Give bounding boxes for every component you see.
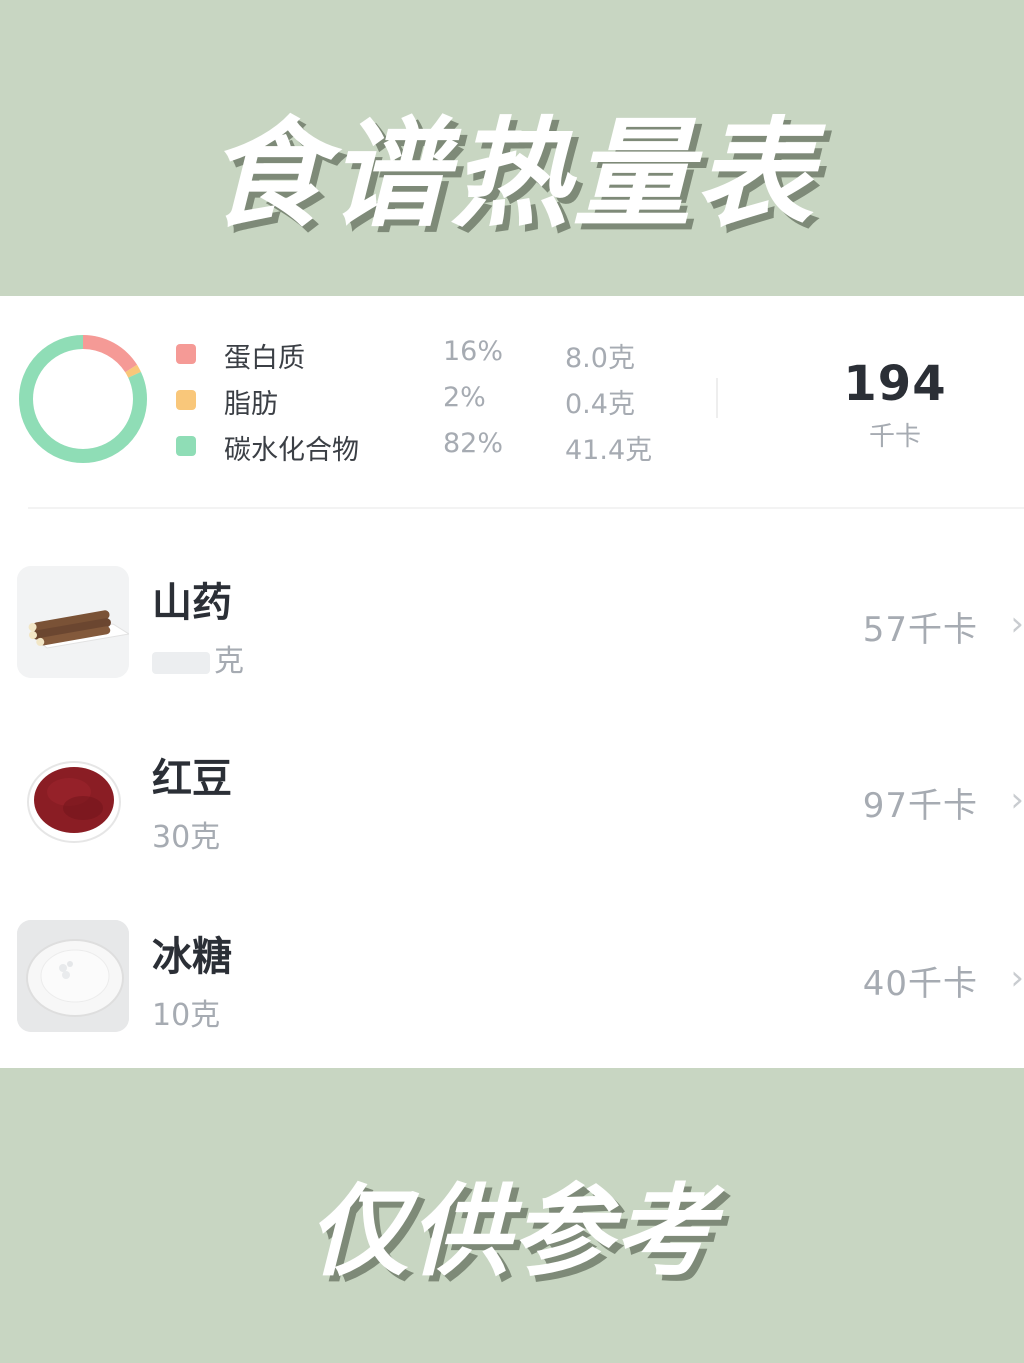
banner-footer: 仅供参考 [308, 1173, 716, 1290]
protein-legend-swatch [176, 344, 196, 364]
food-item-red-bean[interactable]: 红豆 30克 97千卡 › [0, 742, 1024, 862]
food-item-rock-sugar[interactable]: 冰糖 10克 40千卡 › [0, 920, 1024, 1040]
chinese-yam-image [17, 566, 129, 678]
food-calories: 57千卡 [862, 610, 978, 650]
macro-name: 脂肪 [224, 389, 278, 420]
food-amount: 10克 [152, 998, 221, 1033]
total-calories-value: 194 [843, 356, 947, 412]
food-name: 红豆 [152, 756, 232, 802]
macro-grams: 0.4克 [565, 389, 635, 420]
chevron-right-icon: › [1010, 604, 1024, 644]
food-amount: 克 [152, 636, 244, 680]
food-amount: 30克 [152, 820, 221, 855]
carbs-legend-swatch [176, 436, 196, 456]
nutrition-card: 蛋白质 16% 8.0克 脂肪 2% 0.4克 碳水化合物 82% 41.4克 … [0, 296, 1024, 1068]
nutrition-summary: 蛋白质 16% 8.0克 脂肪 2% 0.4克 碳水化合物 82% 41.4克 … [0, 296, 1024, 509]
food-calories: 97千卡 [862, 786, 978, 826]
macro-row-fat: 脂肪 2% 0.4克 [0, 380, 700, 420]
banner-title: 食谱热量表 [206, 105, 817, 243]
macro-grams: 8.0克 [565, 343, 635, 374]
macro-percent: 2% [443, 382, 486, 413]
macro-row-protein: 蛋白质 16% 8.0克 [0, 334, 700, 374]
obscured-amount [152, 651, 210, 674]
summary-divider [716, 378, 718, 418]
macro-name: 碳水化合物 [224, 435, 359, 466]
chevron-right-icon: › [1010, 780, 1024, 820]
red-bean-image [17, 742, 129, 854]
food-item-yam[interactable]: 山药 克 57千卡 › [0, 566, 1024, 686]
macro-name: 蛋白质 [224, 343, 305, 374]
section-divider [28, 507, 1024, 509]
food-name: 山药 [152, 580, 232, 626]
macro-percent: 82% [443, 428, 504, 459]
fat-legend-swatch [176, 390, 196, 410]
rock-sugar-image [17, 920, 129, 1032]
macro-row-carbs: 碳水化合物 82% 41.4克 [0, 426, 700, 466]
total-calories-unit: 千卡 [868, 422, 921, 452]
macro-percent: 16% [443, 336, 504, 367]
macro-grams: 41.4克 [565, 435, 653, 466]
food-calories: 40千卡 [862, 964, 978, 1004]
food-name: 冰糖 [152, 934, 232, 980]
chevron-right-icon: › [1010, 958, 1024, 998]
